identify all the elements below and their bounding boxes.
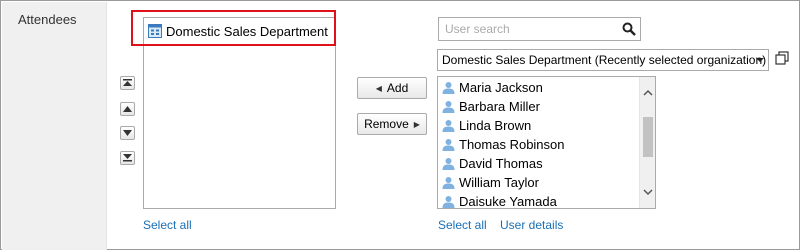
move-up-button[interactable]	[120, 102, 135, 116]
list-item[interactable]: Maria Jackson	[442, 78, 543, 97]
list-item[interactable]: David Thomas	[442, 154, 543, 173]
selected-attendees-list[interactable]: Domestic Sales Department	[143, 17, 336, 209]
user-icon	[442, 139, 455, 151]
user-name: Maria Jackson	[459, 80, 543, 95]
search-icon[interactable]	[622, 22, 636, 36]
user-name: David Thomas	[459, 156, 543, 171]
list-item[interactable]: Domestic Sales Department	[148, 22, 328, 40]
user-search-box	[438, 17, 641, 41]
list-item[interactable]: William Taylor	[442, 173, 539, 192]
scroll-down-icon[interactable]	[643, 188, 653, 196]
attendees-panel: Attendees Domestic Sales Department Sele…	[0, 0, 800, 250]
move-to-bottom-button[interactable]	[120, 151, 135, 165]
user-icon	[442, 101, 455, 113]
list-item-label: Domestic Sales Department	[166, 23, 328, 39]
move-down-button[interactable]	[120, 126, 135, 140]
move-to-top-icon	[123, 79, 132, 86]
select-all-selected-link[interactable]: Select all	[143, 218, 192, 232]
label-column: Attendees	[2, 2, 107, 250]
move-up-icon	[123, 106, 132, 112]
scrollbar-thumb[interactable]	[643, 117, 653, 157]
user-name: Linda Brown	[459, 118, 532, 133]
user-search-input[interactable]	[439, 18, 619, 40]
select-all-users-link[interactable]: Select all	[438, 218, 487, 232]
organization-select[interactable]: Domestic Sales Department (Recently sele…	[437, 49, 769, 71]
triangle-left-icon: ◀	[375, 83, 382, 93]
add-label: Add	[386, 81, 409, 95]
attendees-label: Attendees	[18, 12, 77, 27]
organization-select-value: Domestic Sales Department (Recently sele…	[442, 53, 767, 67]
move-to-top-button[interactable]	[120, 76, 135, 90]
user-icon	[442, 82, 455, 94]
user-list[interactable]: Maria Jackson Barbara Miller Linda Brown Th…	[437, 76, 656, 209]
user-icon	[442, 177, 455, 189]
popup-window-icon[interactable]	[775, 51, 789, 65]
list-item[interactable]: Thomas Robinson	[442, 135, 565, 154]
list-item[interactable]: Barbara Miller	[442, 97, 540, 116]
user-name: Thomas Robinson	[459, 137, 565, 152]
user-icon	[442, 196, 455, 208]
move-down-icon	[123, 130, 132, 136]
remove-label: Remove	[364, 117, 409, 131]
user-name: Daisuke Yamada	[459, 194, 557, 209]
triangle-right-icon: ▶	[413, 119, 420, 129]
user-name: William Taylor	[459, 175, 539, 190]
scrollbar[interactable]	[639, 77, 655, 208]
user-icon	[442, 158, 455, 170]
list-item[interactable]: Daisuke Yamada	[442, 192, 557, 209]
user-name: Barbara Miller	[459, 99, 540, 114]
user-details-link[interactable]: User details	[500, 218, 563, 232]
scroll-up-icon[interactable]	[643, 89, 653, 97]
organization-icon	[148, 24, 162, 38]
move-to-bottom-icon	[123, 154, 132, 162]
list-item[interactable]: Linda Brown	[442, 116, 531, 135]
user-icon	[442, 120, 455, 132]
remove-button[interactable]: Remove ▶	[357, 113, 427, 135]
add-button[interactable]: ◀ Add	[357, 77, 427, 99]
chevron-down-icon	[756, 58, 764, 62]
